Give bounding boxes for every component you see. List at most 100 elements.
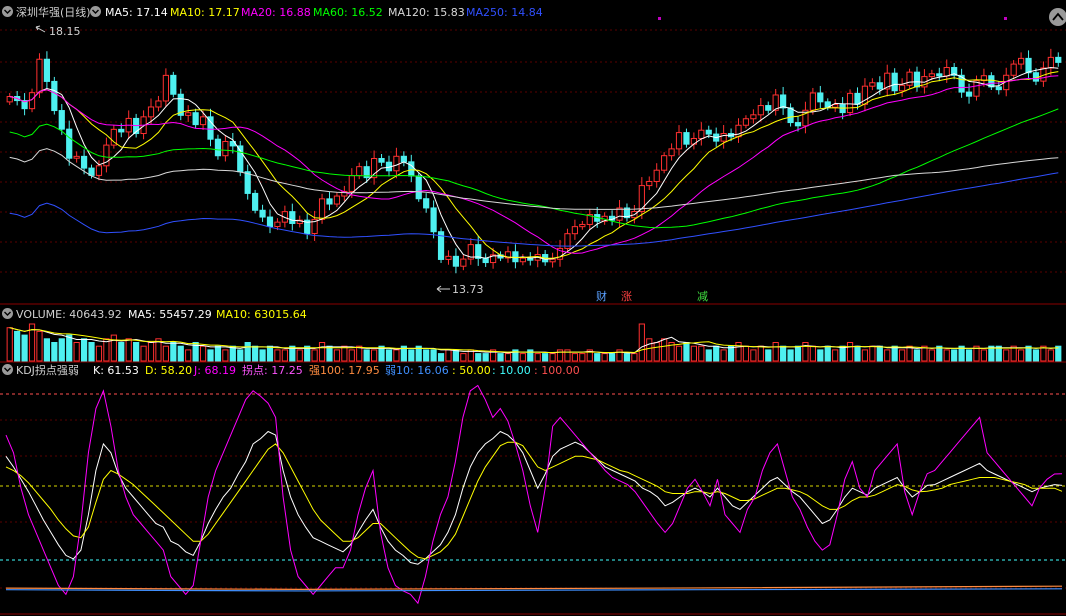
candle-up — [757, 105, 764, 116]
volume-bar — [393, 349, 400, 362]
volume-bar — [252, 345, 259, 362]
volume-bar — [936, 345, 943, 362]
volume-bar — [891, 345, 898, 362]
candle-up — [519, 257, 526, 263]
volume-bar — [809, 345, 816, 362]
ma-line-ma60 — [9, 108, 1059, 229]
candle-down — [854, 92, 861, 105]
candle-up — [869, 82, 876, 87]
volume-bar — [110, 334, 117, 362]
volume-bar — [497, 353, 504, 362]
volume-bar — [1032, 349, 1040, 362]
candle-down — [266, 216, 274, 228]
volume-ma10: MA10: 63015.64 — [216, 308, 307, 321]
candle-up — [809, 92, 816, 111]
candle-up — [356, 166, 363, 177]
volume-bar — [229, 345, 236, 362]
volume-bar — [14, 330, 21, 362]
volume-bar — [162, 345, 169, 362]
volume-bar — [80, 338, 88, 362]
volume-bar — [794, 345, 802, 362]
candle-up — [222, 140, 229, 157]
volume-collapse-button[interactable] — [2, 308, 13, 319]
kdj-ref-50-label: : 50.00 — [452, 364, 491, 377]
candle-up — [943, 67, 950, 77]
stock-chart[interactable]: 深圳华强(日线) MA5: 17.14 MA10: 17.17 MA20: 16… — [0, 0, 1066, 616]
volume-bar — [661, 338, 668, 362]
volume-bar — [177, 345, 184, 362]
candle-down — [1055, 56, 1062, 63]
ma-legend-collapse-button[interactable] — [90, 6, 101, 17]
candle-up — [147, 106, 155, 118]
kdj-k: K: 61.53 — [93, 364, 139, 377]
candle-down — [787, 107, 794, 124]
candle-down — [408, 161, 415, 177]
volume-bar — [326, 345, 333, 362]
volume-bar — [311, 349, 318, 362]
kdj-line-j — [5, 384, 1063, 605]
candle-down — [891, 72, 898, 92]
candle-up — [906, 71, 913, 86]
volume-bar — [601, 353, 608, 362]
stock-title: 深圳华强(日线) — [16, 5, 91, 19]
volume-bar — [341, 345, 348, 362]
candle-down — [66, 128, 73, 159]
volume-bar — [832, 349, 839, 362]
volume-bar — [207, 349, 214, 362]
candle-up — [698, 129, 705, 139]
kdj-d: D: 58.20 — [145, 364, 192, 377]
volume-bar — [445, 349, 452, 362]
legend-ma10: MA10: 17.17 — [170, 6, 240, 19]
volume-bar — [504, 353, 512, 362]
scroll-up-button[interactable] — [1049, 8, 1066, 26]
volume-bar — [638, 323, 645, 362]
candle-down — [876, 82, 883, 90]
volume-bar — [125, 338, 132, 362]
candle-up — [928, 73, 935, 78]
candle-down — [965, 91, 973, 97]
candle-up — [646, 180, 653, 187]
candle-up — [616, 207, 623, 221]
candle-up — [274, 221, 281, 228]
volume-bar — [757, 345, 764, 362]
event-marker-finance[interactable]: 财 — [596, 289, 607, 303]
volume-bar — [371, 349, 378, 362]
legend-ma20: MA20: 16.88 — [241, 6, 311, 19]
volume-bar — [727, 345, 735, 362]
volume-bar — [876, 345, 883, 362]
legend-collapse-button[interactable] — [2, 6, 13, 17]
candle-up — [1017, 57, 1025, 65]
volume-bar — [824, 345, 831, 362]
volume-bar — [608, 353, 616, 362]
volume-bar — [244, 342, 251, 362]
volume-bar — [185, 349, 192, 362]
candle-up — [36, 58, 43, 94]
volume-bar — [170, 342, 177, 362]
volume-bar — [58, 338, 65, 362]
candle-down — [252, 192, 259, 211]
kdj-line-d — [5, 441, 1063, 560]
event-marker-reduce[interactable]: 减 — [697, 290, 708, 303]
volume-bar — [579, 353, 586, 362]
candle-up — [185, 112, 192, 116]
kdj-collapse-button[interactable] — [2, 364, 13, 375]
volume-bar — [1055, 345, 1062, 362]
volume-bar — [1003, 349, 1010, 362]
volume-bar — [274, 349, 281, 362]
candle-up — [1047, 56, 1054, 69]
volume-bar — [594, 353, 601, 362]
event-marker-rise[interactable]: 涨 — [621, 290, 632, 303]
candle-down — [765, 105, 772, 111]
volume-bar — [88, 342, 95, 362]
volume-bar — [817, 349, 824, 362]
volume-bar — [713, 345, 720, 362]
low-arrow-icon — [436, 285, 450, 293]
volume-bar — [564, 349, 571, 362]
volume-bar — [571, 353, 579, 362]
volume-bar — [921, 345, 928, 362]
candle-down — [80, 155, 88, 169]
candle-up — [393, 155, 400, 172]
volume-bar — [623, 353, 631, 362]
candle-down — [936, 73, 943, 77]
kdj-ref-100-label: : 100.00 — [534, 364, 580, 377]
